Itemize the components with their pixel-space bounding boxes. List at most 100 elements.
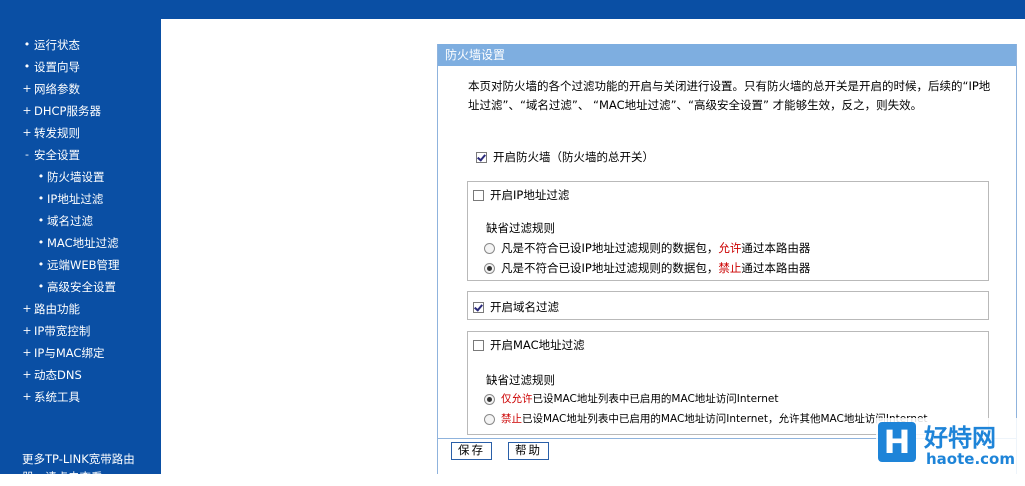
ip-filter-label: 开启IP地址过滤: [490, 188, 570, 202]
save-button[interactable]: 保存: [451, 442, 492, 460]
sidebar-item-bullet: +: [22, 324, 32, 337]
sidebar-item-label: 远端WEB管理: [47, 258, 120, 272]
sidebar-item-bullet: •: [37, 214, 45, 227]
sidebar-item[interactable]: • 高级安全设置: [0, 276, 161, 298]
sidebar-item-bullet: +: [22, 104, 32, 117]
watermark-cn-text: 好特网: [924, 424, 996, 452]
sidebar-item-label: 高级安全设置: [47, 280, 116, 294]
mac-filter-allow-post: 已设MAC地址列表中已启用的MAC地址访问Internet: [532, 393, 779, 405]
sidebar-item-bullet: •: [23, 60, 31, 73]
sidebar-item-bullet: +: [22, 82, 32, 95]
firewall-master-row: 开启防火墙（防火墙的总开关）: [476, 149, 654, 165]
ip-filter-allow-em: 允许: [718, 241, 742, 255]
ip-filter-allow-option: 凡是不符合已设IP地址过滤规则的数据包，允许通过本路由器: [484, 240, 810, 256]
sidebar-item-bullet: -: [25, 148, 29, 161]
sidebar-item-bullet: •: [37, 280, 45, 293]
ip-filter-deny-pre: 凡是不符合已设IP地址过滤规则的数据包，: [501, 261, 719, 275]
sidebar-item-label: 安全设置: [34, 148, 80, 162]
sidebar-item-label: MAC地址过滤: [47, 236, 119, 250]
sidebar-item[interactable]: + IP带宽控制: [0, 320, 161, 342]
sidebar-item[interactable]: + 系统工具: [0, 386, 161, 408]
sidebar-item-label: 域名过滤: [47, 214, 93, 228]
sidebar-item[interactable]: + 网络参数: [0, 78, 161, 100]
sidebar-item-label: DHCP服务器: [34, 104, 101, 118]
sidebar-item-label: 系统工具: [34, 390, 80, 404]
mac-filter-allow-radio[interactable]: [484, 393, 495, 405]
sidebar-item-bullet: •: [37, 170, 45, 183]
ip-filter-rule-heading: 缺省过滤规则: [486, 221, 555, 235]
sidebar-menu: • 运行状态 • 设置向导 + 网络参数 + DHCP服务器 + 转发规则 - 安全设置 • 防火墙设置 •…: [0, 34, 161, 408]
panel-title: 防火墙设置: [438, 44, 1016, 66]
sidebar-item-label: IP地址过滤: [47, 192, 104, 206]
sidebar-item[interactable]: • 防火墙设置: [0, 166, 161, 188]
sidebar-item-label: 运行状态: [34, 38, 80, 52]
sidebar-item[interactable]: • 设置向导: [0, 56, 161, 78]
sidebar-item[interactable]: - 安全设置: [0, 144, 161, 166]
sidebar-item-label: 转发规则: [34, 126, 80, 140]
ip-filter-section: 开启IP地址过滤 缺省过滤规则 凡是不符合已设IP地址过滤规则的数据包，允许通过…: [467, 181, 989, 281]
mac-filter-allow-option: 仅允许已设MAC地址列表中已启用的MAC地址访问Internet: [484, 391, 778, 406]
ip-filter-deny-post: 通过本路由器: [741, 261, 811, 275]
firewall-settings-panel: 防火墙设置 本页对防火墙的各个过滤功能的开启与关闭进行设置。只有防火墙的总开关是…: [437, 44, 1017, 474]
ip-filter-allow-pre: 凡是不符合已设IP地址过滤规则的数据包，: [501, 241, 719, 255]
sidebar-item-label: IP与MAC绑定: [34, 346, 105, 360]
sidebar-item-label: IP带宽控制: [34, 324, 91, 338]
sidebar-item[interactable]: + IP与MAC绑定: [0, 342, 161, 364]
mac-filter-checkbox[interactable]: [473, 340, 484, 351]
sidebar-item[interactable]: • MAC地址过滤: [0, 232, 161, 254]
mac-filter-deny-em: 禁止: [501, 413, 522, 425]
sidebar-item[interactable]: + 路由功能: [0, 298, 161, 320]
top-banner: [0, 0, 1025, 19]
firewall-master-label: 开启防火墙（防火墙的总开关）: [493, 150, 654, 164]
sidebar-item[interactable]: • 运行状态: [0, 34, 161, 56]
sidebar-item-bullet: •: [23, 38, 31, 51]
sidebar: • 运行状态 • 设置向导 + 网络参数 + DHCP服务器 + 转发规则 - 安全设置 • 防火墙设置 •…: [0, 19, 161, 484]
firewall-master-checkbox[interactable]: [476, 152, 487, 163]
more-products-line2[interactable]: 器，请点击查看 >>: [22, 468, 152, 486]
ip-filter-deny-radio[interactable]: [484, 263, 495, 274]
ip-filter-allow-post: 通过本路由器: [741, 241, 811, 255]
sidebar-item-bullet: •: [37, 236, 45, 249]
ip-filter-deny-em: 禁止: [718, 261, 742, 275]
sidebar-item-bullet: +: [22, 368, 32, 381]
sidebar-item-label: 设置向导: [34, 60, 80, 74]
ip-filter-checkbox[interactable]: [473, 190, 484, 201]
sidebar-item[interactable]: + DHCP服务器: [0, 100, 161, 122]
mac-filter-rule-heading: 缺省过滤规则: [486, 373, 555, 387]
sidebar-item-bullet: •: [37, 258, 45, 271]
help-button[interactable]: 帮助: [508, 442, 549, 460]
sidebar-item-label: 路由功能: [34, 302, 80, 316]
sidebar-item[interactable]: • 域名过滤: [0, 210, 161, 232]
sidebar-item-bullet: +: [22, 390, 32, 403]
domain-filter-row: 开启域名过滤: [473, 299, 559, 315]
mac-filter-deny-option: 禁止已设MAC地址列表中已启用的MAC地址访问Internet，允许其他MAC地…: [484, 411, 928, 426]
sidebar-item-bullet: •: [37, 192, 45, 205]
watermark-en-text: haote.com: [926, 450, 1015, 468]
sidebar-item-label: 动态DNS: [34, 368, 82, 382]
mac-filter-deny-radio[interactable]: [484, 413, 495, 425]
ip-filter-deny-option: 凡是不符合已设IP地址过滤规则的数据包，禁止通过本路由器: [484, 260, 810, 276]
sidebar-item-bullet: +: [22, 302, 32, 315]
watermark-logo-icon: H: [878, 422, 916, 462]
sidebar-item-bullet: +: [22, 126, 32, 139]
domain-filter-section: 开启域名过滤: [467, 291, 989, 320]
sidebar-item[interactable]: • 远端WEB管理: [0, 254, 161, 276]
sidebar-item[interactable]: + 动态DNS: [0, 364, 161, 386]
sidebar-item-label: 网络参数: [34, 82, 80, 96]
sidebar-item[interactable]: + 转发规则: [0, 122, 161, 144]
domain-filter-label: 开启域名过滤: [490, 300, 559, 314]
mac-filter-allow-em: 仅允许: [501, 393, 533, 405]
domain-filter-checkbox[interactable]: [473, 302, 484, 313]
mac-filter-deny-post: 已设MAC地址列表中已启用的MAC地址访问Internet，允许其他MAC地址访…: [522, 413, 928, 425]
sidebar-item[interactable]: • IP地址过滤: [0, 188, 161, 210]
mac-filter-row: 开启MAC地址过滤: [473, 337, 585, 353]
watermark: H 好特网 haote.com: [876, 418, 1025, 474]
ip-filter-row: 开启IP地址过滤: [473, 187, 569, 203]
panel-description: 本页对防火墙的各个过滤功能的开启与关闭进行设置。只有防火墙的总开关是开启的时候，…: [468, 79, 991, 112]
sidebar-item-bullet: +: [22, 346, 32, 359]
mac-filter-label: 开启MAC地址过滤: [490, 338, 585, 352]
more-products-line1[interactable]: 更多TP-LINK宽带路由: [22, 450, 152, 468]
sidebar-item-label: 防火墙设置: [47, 170, 105, 184]
more-products-link[interactable]: 更多TP-LINK宽带路由 器，请点击查看 >>: [22, 450, 152, 486]
ip-filter-allow-radio[interactable]: [484, 243, 495, 254]
